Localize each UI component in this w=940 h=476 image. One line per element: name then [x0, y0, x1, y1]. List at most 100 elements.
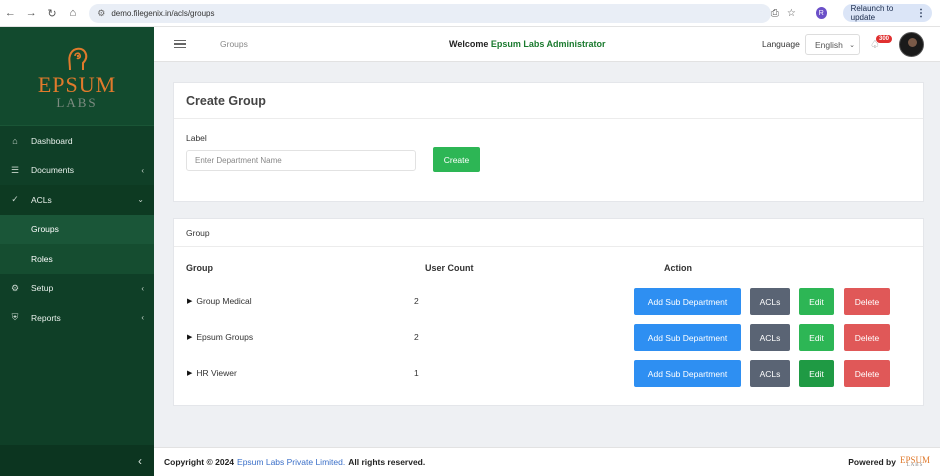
group-name-toggle[interactable]: ▶ Group Medical	[187, 296, 252, 306]
address-bar[interactable]: ⚙ demo.filegenix.in/acls/groups	[89, 3, 771, 23]
edit-button[interactable]: Edit	[799, 360, 834, 387]
expand-triangle-icon: ▶	[187, 334, 193, 341]
create-button[interactable]: Create	[433, 147, 480, 172]
reload-icon[interactable]: ↻	[42, 2, 63, 24]
logo-subtitle: LABS	[56, 94, 98, 110]
edit-button[interactable]: Edit	[799, 324, 834, 351]
shield-icon: ⛨	[11, 312, 19, 323]
edit-button[interactable]: Edit	[799, 288, 834, 315]
copyright-prefix: Copyright © 2024	[164, 457, 235, 467]
group-list-card: Group Group User Count Action ▶ Group Me…	[173, 218, 924, 406]
forward-icon[interactable]: →	[21, 2, 42, 24]
welcome-prefix: Welcome	[449, 39, 489, 49]
site-info-icon[interactable]: ⚙	[97, 8, 105, 19]
layers-icon: ☰	[10, 164, 20, 175]
chevron-left-icon: ‹	[138, 453, 142, 468]
user-count: 2	[414, 332, 419, 342]
sidebar-item-label: Dashboard	[31, 135, 73, 146]
group-card-title: Group	[174, 219, 923, 247]
table-row: ▶ HR Viewer 1 Add Sub Department ACLs Ed…	[174, 360, 925, 388]
expand-triangle-icon: ▶	[187, 370, 193, 377]
sidebar-subitem-groups[interactable]: Groups	[0, 214, 154, 244]
browser-toolbar: ← → ↻ ⌂ ⚙ demo.filegenix.in/acls/groups …	[0, 0, 940, 27]
sidebar-menu: ⌂ Dashboard ☰ Documents ‹ ✓ ACLs ⌄ Group…	[0, 126, 154, 333]
notification-badge: 300	[876, 35, 893, 43]
top-header: Groups Welcome Epsum Labs Administrator …	[154, 27, 940, 62]
sidebar-item-setup[interactable]: ⚙ Setup ‹	[0, 274, 154, 304]
browser-actions: ⎙ ☆ R Relaunch to update ⋮	[771, 4, 940, 22]
group-name: Epsum Groups	[196, 332, 254, 342]
user-count: 2	[414, 296, 419, 306]
label-field-label: Label	[186, 133, 207, 143]
add-sub-department-button[interactable]: Add Sub Department	[634, 288, 741, 315]
cast-icon[interactable]: ⎙	[771, 8, 779, 19]
home-icon[interactable]: ⌂	[62, 2, 83, 24]
acls-button[interactable]: ACLs	[750, 288, 790, 315]
sidebar-item-label: Documents	[31, 165, 74, 176]
sidebar-item-label: Setup	[31, 283, 54, 294]
group-name: HR Viewer	[196, 368, 237, 378]
column-header-user-count: User Count	[425, 263, 474, 273]
rights-text: All rights reserved.	[348, 457, 426, 467]
check-circle-icon: ✓	[11, 194, 19, 205]
powered-by: Powered by EPSUM LABS	[848, 456, 930, 469]
brand-logo[interactable]: EPSUM LABS	[0, 27, 154, 126]
logo-head-icon	[68, 47, 88, 70]
address-url: demo.filegenix.in/acls/groups	[111, 8, 215, 18]
breadcrumb: Groups	[220, 39, 248, 49]
group-name-toggle[interactable]: ▶ Epsum Groups	[187, 332, 253, 342]
column-header-group: Group	[186, 263, 213, 273]
chevron-down-icon: ⌄	[137, 195, 144, 205]
relaunch-button[interactable]: Relaunch to update ⋮	[842, 4, 932, 22]
profile-avatar[interactable]: R	[815, 7, 827, 19]
table-row: ▶ Epsum Groups 2 Add Sub Department ACLs…	[174, 324, 925, 352]
language-select[interactable]: English ⌄	[805, 34, 860, 55]
page-footer: Copyright © 2024 Epsum Labs Private Limi…	[154, 447, 940, 476]
user-count: 1	[414, 368, 419, 378]
create-group-title: Create Group	[174, 83, 923, 119]
delete-button[interactable]: Delete	[844, 324, 890, 351]
chevron-left-icon: ‹	[141, 313, 144, 323]
sidebar-item-reports[interactable]: ⛨ Reports ‹	[0, 303, 154, 333]
chevron-left-icon: ‹	[141, 165, 144, 175]
company-link[interactable]: Epsum Labs Private Limited.	[237, 457, 345, 467]
sidebar-item-label: ACLs	[31, 194, 52, 205]
add-sub-department-button[interactable]: Add Sub Department	[634, 360, 741, 387]
language-value: English	[815, 39, 843, 50]
sidebar-item-dashboard[interactable]: ⌂ Dashboard	[0, 126, 154, 156]
language-label: Language	[762, 39, 800, 49]
department-name-input[interactable]	[186, 150, 416, 171]
powered-by-label: Powered by	[848, 457, 896, 468]
home-icon: ⌂	[12, 135, 18, 146]
powered-by-logo[interactable]: EPSUM LABS	[900, 456, 930, 469]
sidebar-item-documents[interactable]: ☰ Documents ‹	[0, 156, 154, 186]
chevron-down-icon: ⌄	[849, 41, 855, 49]
relaunch-label: Relaunch to update	[850, 4, 894, 22]
gear-icon: ⚙	[10, 282, 20, 293]
group-name: Group Medical	[196, 296, 252, 306]
delete-button[interactable]: Delete	[844, 360, 890, 387]
column-header-action: Action	[664, 263, 692, 273]
back-icon[interactable]: ←	[0, 2, 21, 24]
sidebar-subitem-label: Groups	[31, 224, 59, 235]
sidebar-subitem-roles[interactable]: Roles	[0, 244, 154, 274]
sidebar-item-acls[interactable]: ✓ ACLs ⌄	[0, 185, 154, 215]
add-sub-department-button[interactable]: Add Sub Department	[634, 324, 741, 351]
sidebar-collapse-button[interactable]: ‹	[0, 445, 154, 476]
table-row: ▶ Group Medical 2 Add Sub Department ACL…	[174, 288, 925, 316]
welcome-text: Welcome Epsum Labs Administrator	[449, 39, 606, 49]
acls-button[interactable]: ACLs	[750, 360, 790, 387]
acls-button[interactable]: ACLs	[750, 324, 790, 351]
more-menu-icon: ⋮	[916, 7, 926, 19]
welcome-org: Epsum Labs Administrator	[490, 39, 606, 49]
menu-toggle-icon[interactable]	[174, 39, 186, 49]
logo-wordmark: EPSUM	[37, 71, 117, 97]
expand-triangle-icon: ▶	[187, 298, 193, 305]
sidebar-subitem-label: Roles	[31, 253, 53, 264]
bookmark-star-icon[interactable]: ☆	[787, 8, 796, 19]
user-avatar[interactable]	[899, 32, 924, 57]
group-name-toggle[interactable]: ▶ HR Viewer	[187, 368, 237, 378]
sidebar-item-label: Reports	[31, 312, 61, 323]
chevron-left-icon: ‹	[141, 283, 144, 293]
delete-button[interactable]: Delete	[844, 288, 890, 315]
